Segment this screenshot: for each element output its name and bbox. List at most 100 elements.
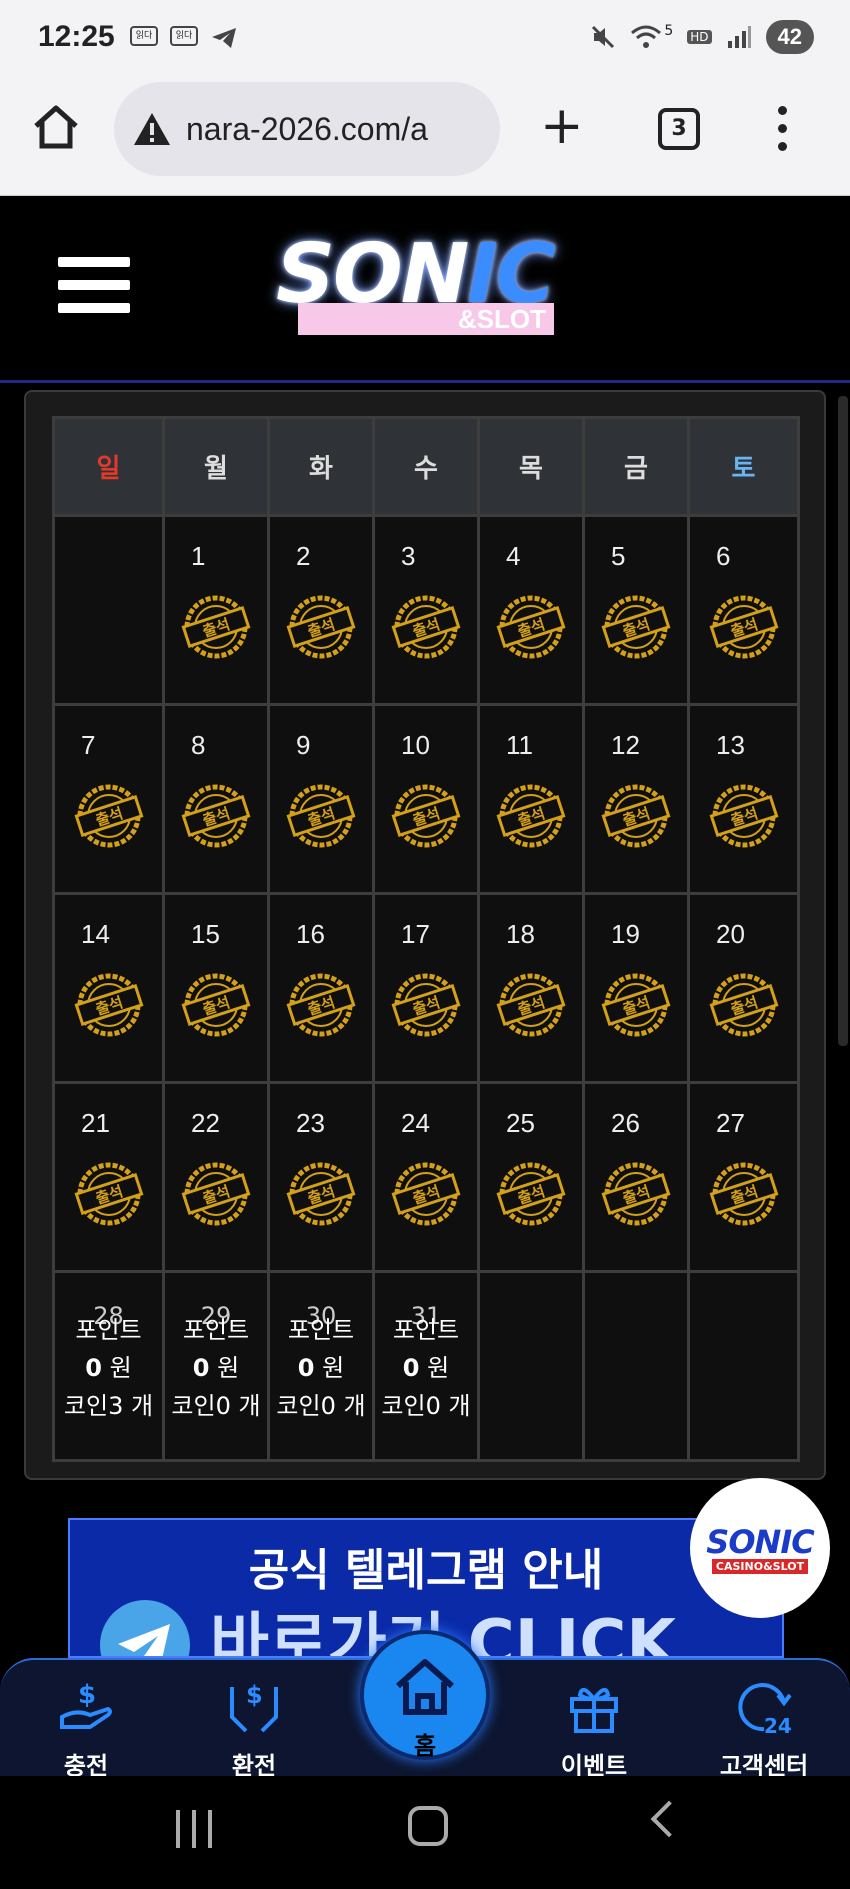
calendar-day-cell[interactable]: 20 출석 (687, 892, 800, 1084)
attendance-stamp-icon: 출석 (181, 784, 251, 848)
calendar-day-cell[interactable]: 24 출석 (372, 1081, 480, 1273)
exchange-icon: $ (194, 1676, 314, 1738)
day-number: 20 (716, 919, 745, 949)
scrollbar[interactable] (838, 396, 848, 1046)
calendar-day-cell[interactable]: 2 출석 (267, 514, 375, 706)
calendar-day-cell[interactable]: 5 출석 (582, 514, 690, 706)
warning-icon[interactable] (132, 111, 172, 147)
system-home-button[interactable] (408, 1806, 448, 1846)
nav-event[interactable]: 이벤트 (534, 1676, 654, 1781)
calendar-day-cell[interactable]: 16 출석 (267, 892, 375, 1084)
calendar-day-cell[interactable]: 19 출석 (582, 892, 690, 1084)
status-bar: 12:25 읽다 읽다 5 HD 42 (0, 0, 850, 78)
svg-text:$: $ (78, 1680, 96, 1710)
weekday-header-row: 일월화수목금토 (52, 416, 800, 517)
calendar-week-row: 28 포인트 0 원 코인3 개 29 포인트 0 원 코인0 개 30 포인트 0 원 코인0 개3… (52, 1270, 800, 1462)
calendar-day-cell[interactable]: 8 출석 (162, 703, 270, 895)
calendar-week-row: 14 출석 15 출석 16 출석 17 출석 18 출석 19 출석 20 출석 (52, 892, 800, 1084)
site-logo[interactable]: SONIC &SLOT (276, 227, 586, 343)
attendance-stamp-icon: 출석 (181, 595, 251, 659)
coin-count: 코인0 개 (276, 1392, 366, 1420)
svg-text:24: 24 (764, 1714, 792, 1737)
day-number: 18 (506, 919, 535, 949)
day-summary: 30 포인트 0 원 코인0 개 (270, 1302, 372, 1425)
more-menu-button[interactable] (778, 106, 788, 151)
calendar-day-cell[interactable]: 11 출석 (477, 703, 585, 895)
nav-charge[interactable]: $ 충전 (26, 1676, 146, 1781)
calendar-day-cell[interactable]: 23 출석 (267, 1081, 375, 1273)
attendance-stamp-icon: 출석 (709, 595, 778, 659)
calendar-day-cell[interactable]: 4 출석 (477, 514, 585, 706)
floating-logo-button[interactable]: SONIC CASINO&SLOT (690, 1478, 830, 1618)
attendance-stamp-icon: 출석 (601, 784, 671, 848)
point-label: 포인트 (182, 1316, 250, 1344)
charge-icon: $ (26, 1676, 146, 1738)
back-button[interactable] (650, 1800, 688, 1838)
browser-home-button[interactable] (32, 104, 80, 154)
nav-home[interactable]: 홈 (360, 1630, 490, 1760)
nav-home-label: 홈 (413, 1732, 437, 1760)
attendance-stamp-icon: 출석 (181, 1162, 251, 1226)
calendar-day-cell[interactable]: 6 출석 (687, 514, 800, 706)
calendar-day-cell[interactable]: 28 포인트 0 원 코인3 개 (52, 1270, 165, 1462)
home-icon (34, 105, 78, 149)
day-number: 14 (81, 919, 110, 949)
calendar-day-cell[interactable]: 17 출석 (372, 892, 480, 1084)
calendar-week-row: 7 출석 8 출석 9 출석 10 출석 11 출석 12 출석 13 출석 (52, 703, 800, 895)
signal-icon (727, 26, 751, 48)
day-number: 1 (191, 541, 206, 571)
attendance-stamp-icon: 출석 (391, 595, 461, 659)
nav-support[interactable]: 24 고객센터 (704, 1676, 824, 1781)
coin-count: 코인0 개 (381, 1392, 471, 1420)
attendance-stamp-icon: 출석 (709, 784, 778, 848)
attendance-stamp-icon: 출석 (391, 1162, 461, 1226)
recent-apps-button[interactable] (176, 1810, 212, 1848)
calendar-day-cell[interactable]: 26 출석 (582, 1081, 690, 1273)
attendance-stamp-icon: 출석 (601, 973, 671, 1037)
weekday-header: 금 (582, 416, 690, 517)
calendar-day-cell[interactable]: 27 출석 (687, 1081, 800, 1273)
system-icons: 5 HD 42 (590, 20, 814, 54)
address-bar[interactable]: nara-2026.com/a (114, 82, 500, 176)
attendance-stamp-icon: 출석 (74, 784, 143, 848)
calendar-day-cell[interactable]: 9 출석 (267, 703, 375, 895)
calendar-day-cell[interactable]: 1 출석 (162, 514, 270, 706)
attendance-stamp-icon: 출석 (391, 973, 461, 1037)
calendar-body: 1 출석 2 출석 3 출석 4 출석 5 출석 6 출석 7 출석 8 출석 9 출석 10 출석 11 출석 12 출석 1… (52, 514, 800, 1462)
day-number: 23 (296, 1108, 325, 1138)
day-number: 27 (716, 1108, 745, 1138)
day-number: 9 (296, 730, 311, 760)
telegram-icon (212, 28, 236, 48)
new-tab-button[interactable]: + (540, 100, 584, 152)
calendar-day-cell[interactable]: 31 포인트 0 원 코인0 개 (372, 1270, 480, 1462)
calendar-day-cell[interactable]: 12 출석 (582, 703, 690, 895)
day-number: 10 (401, 730, 430, 760)
calendar-day-cell[interactable]: 10 출석 (372, 703, 480, 895)
calendar-day-cell[interactable]: 18 출석 (477, 892, 585, 1084)
calendar-day-cell[interactable]: 29 포인트 0 원 코인0 개 (162, 1270, 270, 1462)
point-value: 0 원 (297, 1354, 345, 1382)
calendar-day-cell[interactable]: 14 출석 (52, 892, 165, 1084)
day-summary: 28 포인트 0 원 코인3 개 (55, 1302, 162, 1425)
calendar-day-cell[interactable]: 21 출석 (52, 1081, 165, 1273)
attendance-stamp-icon: 출석 (496, 784, 566, 848)
calendar-day-cell[interactable]: 22 출석 (162, 1081, 270, 1273)
day-number: 17 (401, 919, 430, 949)
tab-switcher-button[interactable]: 3 (658, 108, 700, 150)
day-number: 12 (611, 730, 640, 760)
attendance-stamp-icon: 출석 (181, 973, 251, 1037)
weekday-header: 수 (372, 416, 480, 517)
weekday-header: 화 (267, 416, 375, 517)
calendar-day-cell[interactable]: 30 포인트 0 원 코인0 개 (267, 1270, 375, 1462)
attendance-calendar: 일월화수목금토 1 출석 2 출석 3 출석 4 출석 5 출석 6 출석 7 출석 8 출석 9 출석 10 출석 1… (24, 390, 826, 1480)
hamburger-menu-icon[interactable] (58, 257, 130, 313)
calendar-day-cell[interactable]: 3 출석 (372, 514, 480, 706)
calendar-day-cell[interactable]: 25 출석 (477, 1081, 585, 1273)
nav-exchange[interactable]: $ 환전 (194, 1676, 314, 1781)
calendar-day-cell[interactable]: 15 출석 (162, 892, 270, 1084)
calendar-day-cell[interactable]: 13 출석 (687, 703, 800, 895)
gift-icon (534, 1676, 654, 1738)
day-number: 3 (401, 541, 416, 571)
calendar-day-cell[interactable]: 7 출석 (52, 703, 165, 895)
network-type: 5 (664, 23, 674, 39)
